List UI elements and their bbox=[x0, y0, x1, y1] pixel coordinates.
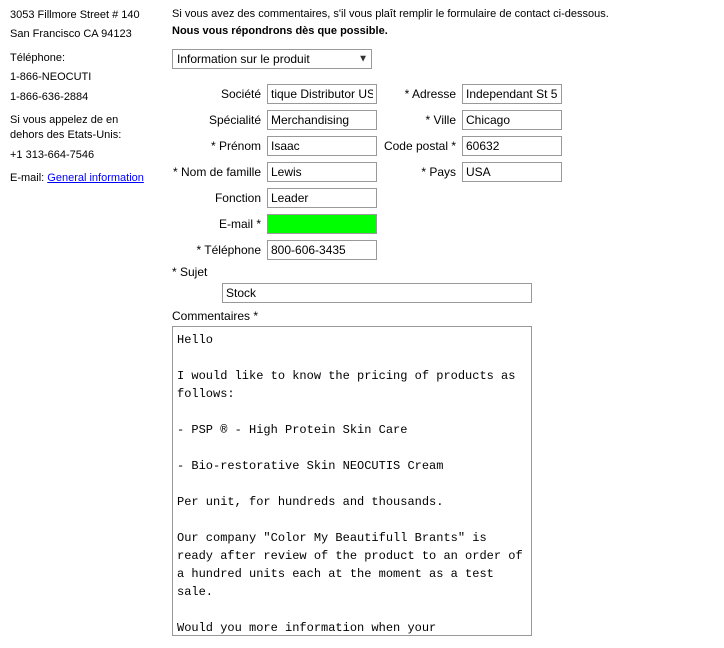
prenom-label: * Prénom bbox=[172, 139, 267, 153]
prenom-input[interactable] bbox=[267, 136, 377, 156]
codepostal-input[interactable] bbox=[462, 136, 562, 156]
ville-row: * Ville bbox=[377, 109, 562, 131]
phone2: 1-866-636-2884 bbox=[10, 90, 150, 105]
adresse-label: * Adresse bbox=[377, 87, 462, 101]
codepostal-row: Code postal * bbox=[377, 135, 562, 157]
nom-input[interactable] bbox=[267, 162, 377, 182]
intro-text: Si vous avez des commentaires, s'il vous… bbox=[172, 6, 712, 39]
right-column: * Adresse * Ville Code postal * * Pays bbox=[377, 83, 562, 265]
ville-label: * Ville bbox=[377, 113, 462, 127]
sujet-row: * Sujet bbox=[172, 265, 712, 279]
ville-input[interactable] bbox=[462, 110, 562, 130]
specialite-input[interactable] bbox=[267, 110, 377, 130]
form-section: Société Spécialité * Prénom * Nom de fam… bbox=[172, 83, 712, 265]
adresse-row: * Adresse bbox=[377, 83, 562, 105]
telephone-input[interactable] bbox=[267, 240, 377, 260]
main-content: Si vous avez des commentaires, s'il vous… bbox=[160, 0, 724, 648]
sujet-label: * Sujet bbox=[172, 265, 267, 279]
fonction-label: Fonction bbox=[172, 191, 267, 205]
adresse-input[interactable] bbox=[462, 84, 562, 104]
pays-row: * Pays bbox=[377, 161, 562, 183]
pays-label: * Pays bbox=[377, 165, 462, 179]
codepostal-label: Code postal * bbox=[377, 139, 462, 153]
societe-label: Société bbox=[172, 87, 267, 101]
outside-text: Si vous appelez de en dehors des Etats-U… bbox=[10, 113, 150, 144]
left-column: Société Spécialité * Prénom * Nom de fam… bbox=[172, 83, 377, 265]
societe-row: Société bbox=[172, 83, 377, 105]
email-label: E-mail * bbox=[172, 217, 267, 231]
product-dropdown[interactable]: Information sur le produit Support techn… bbox=[172, 49, 372, 69]
address-line2: San Francisco CA 94123 bbox=[10, 27, 150, 42]
specialite-row: Spécialité bbox=[172, 109, 377, 131]
sujet-input[interactable] bbox=[222, 283, 532, 303]
telephone-label: * Téléphone bbox=[172, 243, 267, 257]
nom-row: * Nom de famille bbox=[172, 161, 377, 183]
email-row: E-mail * bbox=[172, 213, 377, 235]
phone1: 1-866-NEOCUTI bbox=[10, 70, 150, 85]
fonction-row: Fonction bbox=[172, 187, 377, 209]
email-link[interactable]: General information bbox=[47, 172, 144, 184]
email-input[interactable] bbox=[267, 214, 377, 234]
telephone-row: * Téléphone bbox=[172, 239, 377, 261]
intro-line1: Si vous avez des commentaires, s'il vous… bbox=[172, 8, 609, 20]
pays-input[interactable] bbox=[462, 162, 562, 182]
dropdown-row: Information sur le produit Support techn… bbox=[172, 49, 712, 69]
email-label: E-mail: General information bbox=[10, 171, 150, 186]
prenom-row: * Prénom bbox=[172, 135, 377, 157]
address-line1: 3053 Fillmore Street # 140 bbox=[10, 8, 150, 23]
fonction-input[interactable] bbox=[267, 188, 377, 208]
intro-line2: Nous vous répondrons dès que possible. bbox=[172, 25, 388, 37]
societe-input[interactable] bbox=[267, 84, 377, 104]
commentaires-label: Commentaires * bbox=[172, 309, 712, 323]
commentaires-section: Commentaires * Hello I would like to kno… bbox=[172, 309, 712, 636]
sujet-section: * Sujet bbox=[172, 265, 712, 303]
commentaires-textarea[interactable]: Hello I would like to know the pricing o… bbox=[172, 326, 532, 636]
nom-label: * Nom de famille bbox=[172, 165, 267, 179]
specialite-label: Spécialité bbox=[172, 113, 267, 127]
sidebar: 3053 Fillmore Street # 140 San Francisco… bbox=[0, 0, 160, 648]
phone3: +1 313-664-7546 bbox=[10, 148, 150, 163]
phone-label: Téléphone: bbox=[10, 51, 150, 66]
dropdown-wrapper[interactable]: Information sur le produit Support techn… bbox=[172, 49, 372, 69]
